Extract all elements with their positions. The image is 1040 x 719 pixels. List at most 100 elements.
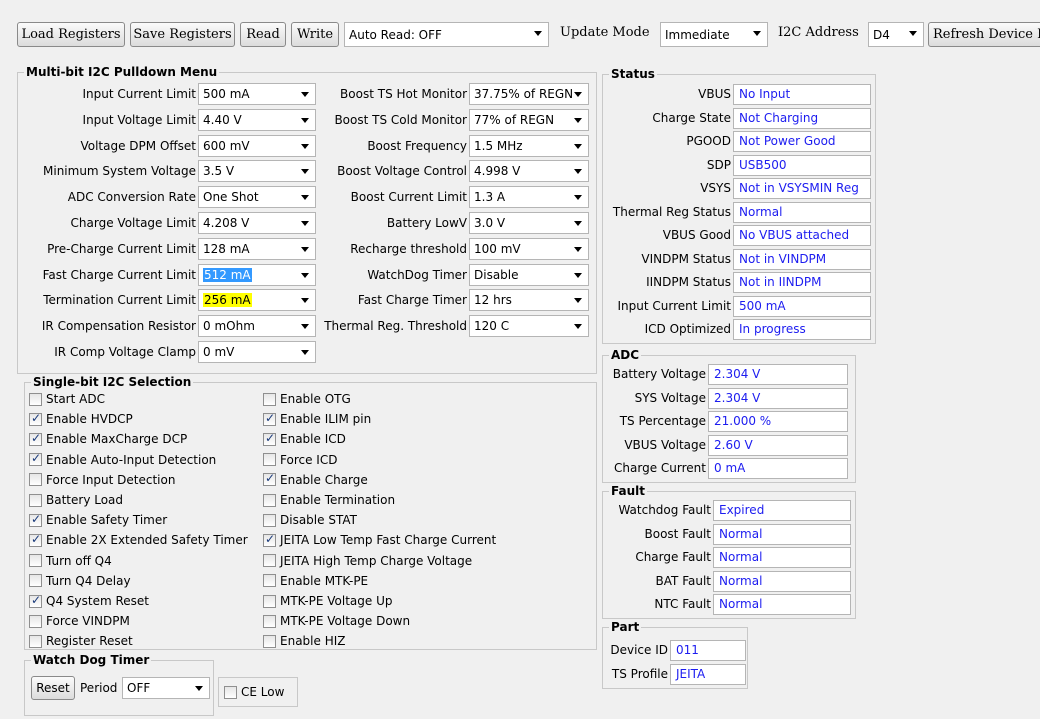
charge-fault-value: Normal xyxy=(713,547,851,568)
enable-charge-checkbox[interactable]: Enable Charge xyxy=(263,470,368,490)
chevron-down-icon xyxy=(574,92,582,97)
checkbox-box[interactable] xyxy=(263,471,276,487)
boost-ts-cold-monitor-select[interactable]: 77% of REGN xyxy=(469,108,589,131)
enable-safety-timer-checkbox[interactable]: Enable Safety Timer xyxy=(29,510,167,530)
pre-charge-current-limit-value-text: 128 mA xyxy=(203,241,250,256)
fast-charge-timer-select[interactable]: 12 hrs xyxy=(469,289,589,312)
enable-hiz-checkbox[interactable]: Enable HIZ xyxy=(263,631,345,651)
checkbox-box[interactable] xyxy=(29,574,42,588)
write-button[interactable]: Write xyxy=(291,22,339,47)
enable-ilim-pin-checkbox[interactable]: Enable ILIM pin xyxy=(263,409,371,429)
checkbox-box[interactable] xyxy=(29,392,42,406)
charge-voltage-limit-select[interactable]: 4.208 V xyxy=(198,212,316,234)
auto-read-select[interactable]: Auto Read: OFF xyxy=(344,22,549,47)
voltage-dpm-offset-select[interactable]: 600 mV xyxy=(198,134,316,157)
checkbox-box[interactable] xyxy=(29,493,42,507)
load-registers-button[interactable]: Load Registers xyxy=(17,22,125,47)
ir-compensation-resistor-value-text: 0 mOhm xyxy=(203,319,255,334)
checkbox-box[interactable] xyxy=(29,554,42,568)
save-registers-button[interactable]: Save Registers xyxy=(130,22,235,47)
checkbox-box[interactable] xyxy=(29,473,42,487)
chevron-down-icon xyxy=(574,324,582,330)
checkbox-box[interactable] xyxy=(29,411,42,426)
checkbox-box[interactable] xyxy=(263,634,276,648)
recharge-threshold-select[interactable]: 100 mV xyxy=(469,237,589,260)
boost-frequency-select[interactable]: 1.5 MHz xyxy=(469,134,589,157)
enable-termination-checkbox[interactable]: Enable Termination xyxy=(263,490,395,510)
pre-charge-current-limit-select[interactable]: 128 mA xyxy=(198,237,316,260)
jeita-low-temp-fast-charge-current-label: JEITA Low Temp Fast Charge Current xyxy=(280,533,497,548)
input-voltage-limit-select[interactable]: 4.40 V xyxy=(198,108,316,131)
enable-hvdcp-checkbox[interactable]: Enable HVDCP xyxy=(29,409,133,429)
force-input-detection-checkbox[interactable]: Force Input Detection xyxy=(29,470,175,490)
enable-icd-checkbox[interactable]: Enable ICD xyxy=(263,429,346,449)
ir-comp-voltage-clamp-select[interactable]: 0 mV xyxy=(198,341,316,363)
register-reset-checkbox[interactable]: Register Reset xyxy=(29,631,133,651)
watchdog-timer-select[interactable]: Disable xyxy=(469,263,589,286)
update-mode-select[interactable]: Immediate xyxy=(660,22,768,47)
termination-current-limit-select[interactable]: 256 mA xyxy=(198,289,316,312)
jeita-low-temp-fast-charge-current-checkbox[interactable]: JEITA Low Temp Fast Charge Current xyxy=(263,530,496,550)
checkbox-box[interactable] xyxy=(263,493,276,507)
checkbox-box[interactable] xyxy=(263,614,276,628)
i2c-address-label: I2C Address xyxy=(778,24,859,40)
turn-q4-delay-checkbox[interactable]: Turn Q4 Delay xyxy=(29,571,131,591)
chevron-down-icon xyxy=(574,195,582,201)
enable-safety-timer-label: Enable Safety Timer xyxy=(46,513,168,528)
checkbox-box[interactable] xyxy=(263,532,276,547)
battery-lowv-select[interactable]: 3.0 V xyxy=(469,212,589,234)
checkbox-box[interactable] xyxy=(29,451,42,467)
boost-current-limit-select[interactable]: 1.3 A xyxy=(469,186,589,209)
checkbox-box[interactable] xyxy=(29,634,42,648)
checkbox-box[interactable] xyxy=(263,594,276,608)
mtk-pe-voltage-down-checkbox[interactable]: MTK-PE Voltage Down xyxy=(263,611,410,631)
checkbox-box[interactable] xyxy=(263,392,276,406)
watchdog-reset-button[interactable]: Reset xyxy=(31,676,75,700)
force-icd-checkbox[interactable]: Force ICD xyxy=(263,450,337,470)
boost-voltage-control-select[interactable]: 4.998 V xyxy=(469,160,589,183)
checkbox-box[interactable] xyxy=(29,512,42,527)
minimum-system-voltage-select[interactable]: 3.5 V xyxy=(198,160,316,183)
force-vindpm-checkbox[interactable]: Force VINDPM xyxy=(29,611,130,631)
read-button[interactable]: Read xyxy=(240,22,286,47)
mtk-pe-voltage-up-checkbox[interactable]: MTK-PE Voltage Up xyxy=(263,591,392,611)
checkbox-box[interactable] xyxy=(263,453,276,467)
enable-mtk-pe-checkbox[interactable]: Enable MTK-PE xyxy=(263,571,368,591)
ir-compensation-resistor-select[interactable]: 0 mOhm xyxy=(198,315,316,338)
i2c-address-select[interactable]: D4 xyxy=(868,22,924,47)
checkbox-box[interactable] xyxy=(29,532,42,547)
enable-maxcharge-dcp-checkbox[interactable]: Enable MaxCharge DCP xyxy=(29,429,187,449)
period-select[interactable]: OFF xyxy=(122,677,210,699)
checkbox-box[interactable] xyxy=(263,431,276,446)
refresh-device-id-button[interactable]: Refresh Device ID xyxy=(928,22,1040,47)
input-current-limit-value: 500 mA xyxy=(203,87,268,101)
checkbox-box[interactable] xyxy=(224,685,237,699)
checkbox-box[interactable] xyxy=(263,513,276,527)
thermal-reg-status-value: Normal xyxy=(733,201,871,223)
checkbox-box[interactable] xyxy=(263,554,276,568)
fast-charge-current-limit-select[interactable]: 512 mA xyxy=(198,263,316,286)
checkbox-box[interactable] xyxy=(29,431,42,446)
boost-ts-hot-monitor-select[interactable]: 37.75% of REGN xyxy=(469,83,589,105)
battery-load-checkbox[interactable]: Battery Load xyxy=(29,490,123,510)
adc-conversion-rate-label: ADC Conversion Rate xyxy=(67,190,196,205)
enable-2x-extended-safety-timer-checkbox[interactable]: Enable 2X Extended Safety Timer xyxy=(29,530,248,550)
enable-otg-checkbox[interactable]: Enable OTG xyxy=(263,389,351,409)
checkbox-box[interactable] xyxy=(29,614,42,628)
checkbox-box[interactable] xyxy=(263,574,276,588)
ce-low-checkbox[interactable]: CE Low xyxy=(224,682,284,702)
adc-conversion-rate-select[interactable]: One Shot xyxy=(198,186,316,209)
turn-off-q4-checkbox[interactable]: Turn off Q4 xyxy=(29,551,112,571)
enable-auto-input-detection-checkbox[interactable]: Enable Auto-Input Detection xyxy=(29,450,216,470)
fault-title: Fault xyxy=(609,484,647,498)
thermal-reg-threshold-select[interactable]: 120 C xyxy=(469,315,589,338)
boost-ts-cold-monitor-label: Boost TS Cold Monitor xyxy=(334,112,467,127)
battery-load-label: Battery Load xyxy=(46,493,124,507)
jeita-high-temp-charge-voltage-checkbox[interactable]: JEITA High Temp Charge Voltage xyxy=(263,551,472,571)
disable-stat-checkbox[interactable]: Disable STAT xyxy=(263,510,357,530)
q4-system-reset-checkbox[interactable]: Q4 System Reset xyxy=(29,591,149,611)
checkbox-box[interactable] xyxy=(263,411,276,426)
checkbox-box[interactable] xyxy=(29,593,42,608)
input-current-limit-select[interactable]: 500 mA xyxy=(198,83,316,105)
start-adc-checkbox[interactable]: Start ADC xyxy=(29,389,105,409)
